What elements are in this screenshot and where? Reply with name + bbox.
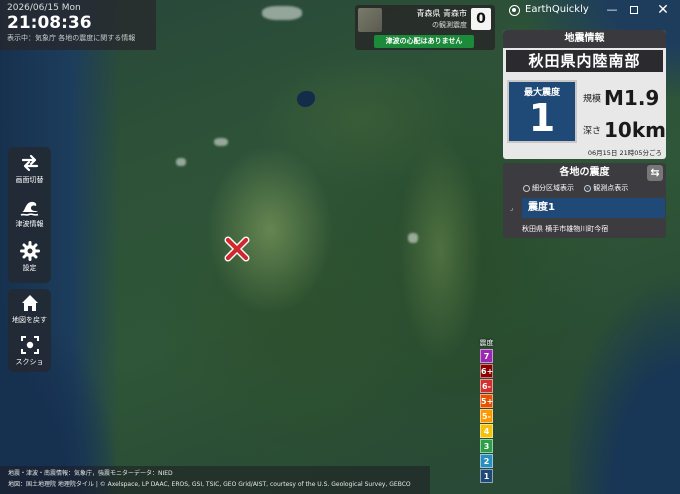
collapse-icon[interactable]: ⌟ (510, 204, 513, 212)
magnitude-value: M1.9 (604, 86, 660, 110)
refresh-icon: ⇆ (650, 166, 660, 179)
wave-icon (20, 201, 38, 216)
reset-map-button[interactable]: 地図を戻す (8, 289, 51, 331)
attribution-line-1: 地震・津波・南震情報：気象庁，強震モニターデータ：NIED (8, 470, 173, 477)
legend-level: 6- (480, 379, 493, 393)
sea-pacific (570, 260, 680, 494)
maximize-button[interactable] (626, 2, 642, 18)
settings-label: 設定 (22, 264, 37, 272)
tsunami-info-button[interactable]: 津波情報 (8, 193, 51, 235)
regional-header-label: 各地の震度 (559, 167, 610, 178)
observation-subtitle: の観測震度 (432, 21, 467, 29)
date-label: 2026/06/15 Mon (7, 3, 81, 13)
snow-patch (262, 6, 302, 20)
observation-place: 青森県 青森市 (416, 9, 467, 18)
depth-value: 10km (604, 118, 666, 142)
max-intensity-value: 1 (528, 96, 556, 140)
time-label: 21:08:36 (7, 13, 92, 33)
snow-patch (176, 158, 186, 166)
toolbar-group-main: 画面切替 津波情報 設定 (8, 147, 51, 283)
screenshot-label: スクショ (15, 358, 44, 366)
epicenter-region: 秋田県内陸南部 (506, 50, 663, 72)
magnitude-row: 規模 M1.9 (583, 86, 659, 110)
radio-station[interactable] (584, 184, 592, 192)
earthquake-info-panel: 地震情報 秋田県内陸南部 最大震度 1 規模 M1.9 深さ 10km 06月15日… (503, 30, 666, 159)
max-intensity-box: 最大震度 1 (507, 80, 577, 143)
refresh-button[interactable]: ⇆ (647, 165, 663, 181)
legend-level: 6+ (480, 364, 493, 378)
snow-patch (214, 138, 228, 146)
radio-station-label[interactable]: 観測点表示 (593, 184, 628, 192)
intensity-group-item[interactable]: 震度1 (522, 198, 665, 218)
legend-title: 震度 (479, 339, 494, 347)
display-mode-radios: 細分区域表示 観測点表示 (503, 183, 666, 195)
depth-row: 深さ 10km (583, 118, 666, 142)
home-icon (21, 295, 38, 311)
regional-header: 各地の震度 ⇆ (503, 163, 666, 183)
app-title: EarthQuickly (525, 4, 589, 15)
legend-level: 5- (480, 409, 493, 423)
title-bar: EarthQuickly — ✕ (505, 0, 680, 22)
earthquake-time: 06月15日 21時05分ごろ (587, 149, 662, 157)
radio-subdivision-label[interactable]: 細分区域表示 (532, 184, 574, 192)
station-name: 秋田県 横手市雄物川町今宿 (522, 225, 609, 233)
legend-level: 4 (480, 424, 493, 438)
reset-map-label: 地図を戻す (12, 316, 47, 324)
legend-level: 1 (480, 469, 493, 483)
legend-level: 5+ (480, 394, 493, 408)
screenshot-icon (20, 336, 39, 354)
screenshot-button[interactable]: スクショ (8, 331, 51, 373)
observation-thumbnail (358, 8, 382, 32)
switch-screen-button[interactable]: 画面切替 (8, 149, 51, 191)
clock-panel: 2026/06/15 Mon 21:08:36 表示中：気象庁 各地の震度に関す… (0, 0, 156, 50)
legend-level: 2 (480, 454, 493, 468)
lake-towada (297, 91, 315, 107)
snow-patch (408, 233, 418, 243)
source-label: 表示中：気象庁 各地の震度に関する情報 (7, 34, 136, 42)
earthquake-header: 地震情報 (503, 30, 666, 48)
switch-screen-label: 画面切替 (15, 176, 44, 184)
magnitude-label: 規模 (583, 94, 602, 105)
regional-intensity-panel: 各地の震度 ⇆ 細分区域表示 観測点表示 ⌟ 震度1 秋田県 横手市雄物川町今宿 (503, 163, 666, 238)
radio-subdivision[interactable] (523, 184, 530, 192)
depth-label: 深さ (583, 126, 602, 137)
legend-level: 3 (480, 439, 493, 453)
app-logo-icon (509, 5, 520, 16)
tsunami-info-label: 津波情報 (15, 220, 44, 228)
legend-scale: 7 6+ 6- 5+ 5- 4 3 2 1 (479, 349, 494, 483)
tsunami-status-badge: 津波の心配はありません (374, 35, 474, 48)
minimize-button[interactable]: — (604, 2, 620, 18)
toolbar-group-map: 地図を戻す スクショ (8, 289, 51, 372)
maximize-icon (630, 6, 638, 14)
map-attribution: 地震・津波・南震情報：気象庁，強震モニターデータ：NIED 地図：国土地理院 地… (0, 466, 430, 494)
observation-intensity: 0 (471, 8, 491, 30)
settings-button[interactable]: 設定 (8, 237, 51, 279)
gear-icon (19, 241, 40, 261)
swap-arrows-icon (21, 154, 38, 172)
intensity-legend: 震度 7 6+ 6- 5+ 5- 4 3 2 1 (479, 338, 494, 483)
legend-level: 7 (480, 349, 493, 363)
epicenter-marker-icon[interactable] (223, 235, 251, 263)
close-button[interactable]: ✕ (655, 2, 671, 18)
attribution-line-2: 地図：国土地理院 地理院タイル | © Axelspace, LP DAAC, … (8, 481, 411, 488)
